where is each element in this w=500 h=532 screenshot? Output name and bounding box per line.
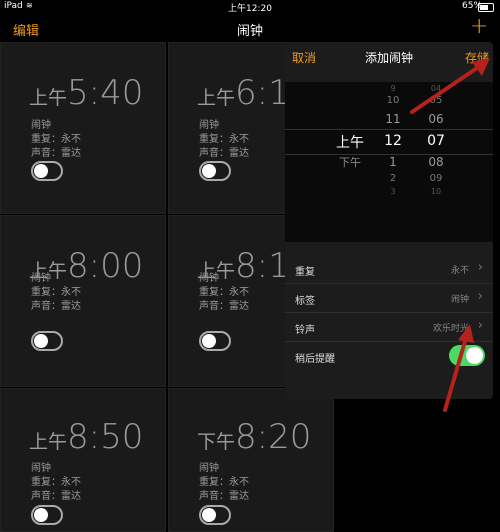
arrow-icon [443,324,474,412]
arrow-icon [410,58,490,114]
annotation-arrows [410,58,490,412]
